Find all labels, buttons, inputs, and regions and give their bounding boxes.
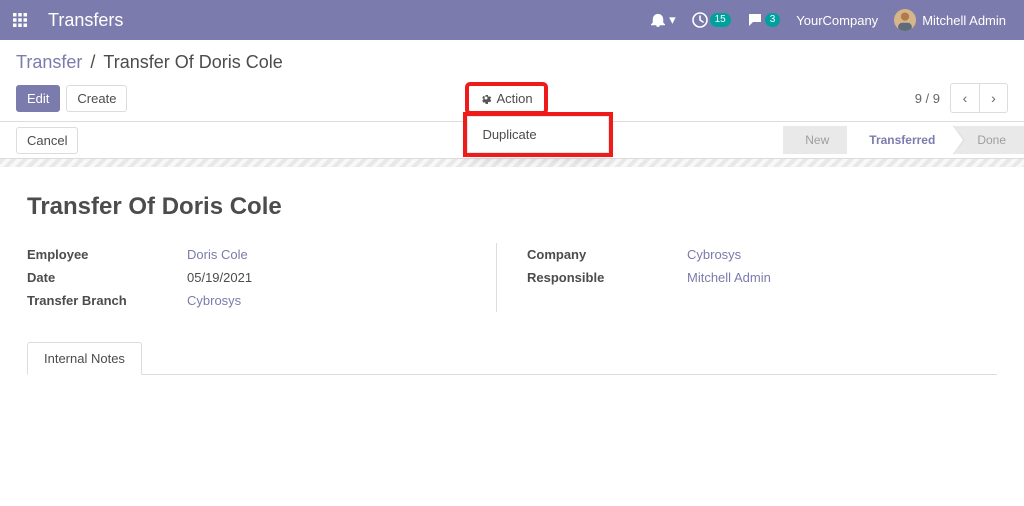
label-responsible: Responsible xyxy=(527,266,687,289)
company-switcher[interactable]: YourCompany xyxy=(796,13,878,28)
record-title: Transfer Of Doris Cole xyxy=(27,193,997,221)
gear-icon xyxy=(480,92,492,104)
speech-bubble-icon xyxy=(747,12,763,28)
topbar-title[interactable]: Transfers xyxy=(48,10,123,31)
action-dropdown: Duplicate xyxy=(467,116,609,153)
notifications-menu[interactable]: ▾ xyxy=(651,12,676,28)
apps-icon[interactable] xyxy=(6,6,34,34)
edit-button[interactable]: Edit xyxy=(16,85,60,112)
create-button[interactable]: Create xyxy=(66,85,127,112)
discuss-badge: 3 xyxy=(765,13,781,27)
field-groups: Employee Doris Cole Date 05/19/2021 Tran… xyxy=(27,243,997,312)
form-sheet: Transfer Of Doris Cole Employee Doris Co… xyxy=(7,167,1017,401)
avatar xyxy=(894,9,916,31)
tab-bar: Internal Notes xyxy=(27,342,997,375)
value-transfer-branch[interactable]: Cybrosys xyxy=(187,293,241,308)
control-panel: Transfer / Transfer Of Doris Cole Edit C… xyxy=(0,40,1024,121)
label-date: Date xyxy=(27,266,187,289)
value-company[interactable]: Cybrosys xyxy=(687,247,741,262)
status-step-transferred[interactable]: Transferred xyxy=(847,126,953,154)
company-name: YourCompany xyxy=(796,13,878,28)
activity-menu[interactable]: 15 xyxy=(692,12,731,28)
tab-internal-notes[interactable]: Internal Notes xyxy=(27,342,142,375)
status-steps: New Transferred Done xyxy=(783,126,1024,154)
sheet-top-bg xyxy=(0,159,1024,167)
discuss-menu[interactable]: 3 xyxy=(747,12,781,28)
activity-badge: 15 xyxy=(710,13,731,27)
label-employee: Employee xyxy=(27,243,187,266)
value-date: 05/19/2021 xyxy=(187,270,252,285)
cancel-button[interactable]: Cancel xyxy=(16,127,78,154)
label-transfer-branch: Transfer Branch xyxy=(27,289,187,312)
user-menu[interactable]: Mitchell Admin xyxy=(894,9,1006,31)
breadcrumb-current: Transfer Of Doris Cole xyxy=(103,52,282,73)
label-company: Company xyxy=(527,243,687,266)
chevron-left-icon: ‹ xyxy=(963,90,968,106)
caret-down-icon: ▾ xyxy=(669,12,676,28)
pager-prev-button[interactable]: ‹ xyxy=(951,84,979,112)
breadcrumb-separator: / xyxy=(90,52,95,73)
value-employee[interactable]: Doris Cole xyxy=(187,247,248,262)
breadcrumb-parent[interactable]: Transfer xyxy=(16,52,82,73)
grid-icon xyxy=(13,13,27,27)
breadcrumb: Transfer / Transfer Of Doris Cole xyxy=(16,52,1008,73)
field-group-right: Company Cybrosys Responsible Mitchell Ad… xyxy=(496,243,997,312)
topbar: Transfers ▾ 15 3 YourCompany Mitchell Ad… xyxy=(0,0,1024,40)
action-button[interactable]: Action xyxy=(467,84,545,113)
clock-icon xyxy=(692,12,708,28)
action-button-label: Action xyxy=(496,91,532,106)
control-panel-buttons: Edit Create Action Duplicate 9 / 9 ‹ › xyxy=(16,83,1008,113)
chevron-right-icon: › xyxy=(991,90,996,106)
bell-icon xyxy=(651,13,665,27)
pager-buttons: ‹ › xyxy=(950,83,1008,113)
field-group-left: Employee Doris Cole Date 05/19/2021 Tran… xyxy=(27,243,497,312)
action-item-duplicate[interactable]: Duplicate xyxy=(468,121,608,148)
status-step-new[interactable]: New xyxy=(783,126,847,154)
pager-next-button[interactable]: › xyxy=(979,84,1007,112)
value-responsible[interactable]: Mitchell Admin xyxy=(687,270,771,285)
pager-text[interactable]: 9 / 9 xyxy=(915,91,940,106)
user-name: Mitchell Admin xyxy=(922,13,1006,28)
